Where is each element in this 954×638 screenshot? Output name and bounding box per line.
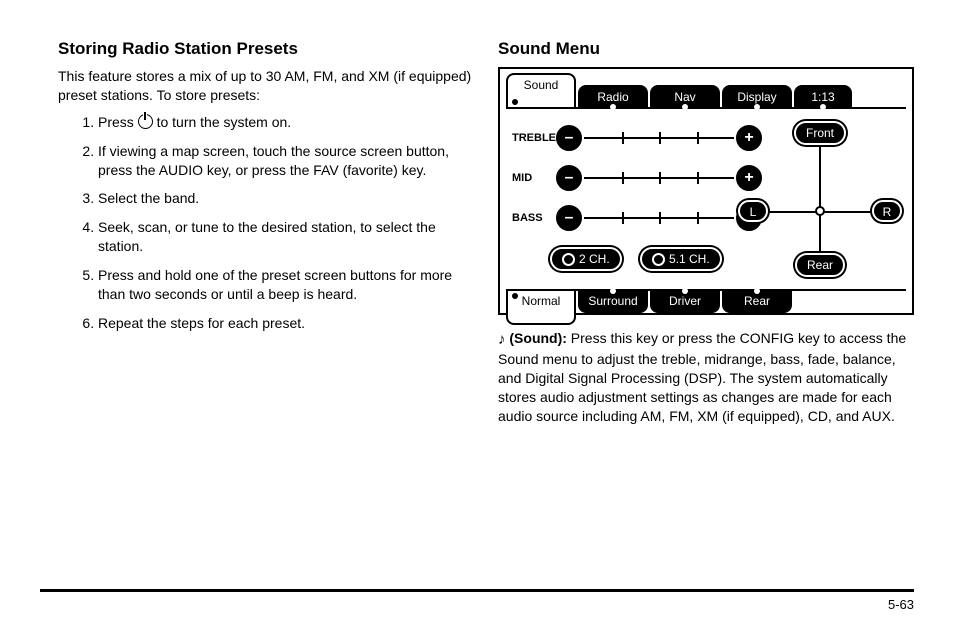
page-footer: 5-63 — [40, 589, 914, 614]
fade-balance-grid[interactable]: Front Rear L R — [742, 121, 898, 277]
step-6: Repeat the steps for each preset. — [98, 314, 478, 333]
bass-label: BASS — [512, 211, 556, 226]
tab-rear-mode-label: Rear — [744, 294, 770, 308]
bass-slider[interactable] — [584, 217, 734, 219]
51ch-label: 5.1 CH. — [669, 251, 710, 267]
bass-row: BASS – + — [512, 205, 762, 231]
step-2: If viewing a map screen, touch the sourc… — [98, 142, 478, 180]
tab-driver[interactable]: Driver — [650, 291, 720, 313]
bass-minus-button[interactable]: – — [556, 205, 582, 231]
tab-surround[interactable]: Surround — [578, 291, 648, 313]
bottom-tabs: Normal Surround Driver Rear — [506, 289, 906, 325]
tab-surround-label: Surround — [588, 294, 637, 308]
tab-rear-mode[interactable]: Rear — [722, 291, 792, 313]
2ch-button[interactable]: 2 CH. — [550, 247, 622, 271]
tab-sound[interactable]: Sound — [506, 73, 576, 107]
music-note-icon: ♪ — [498, 331, 506, 348]
left-button[interactable]: L — [738, 200, 768, 222]
step-4: Seek, scan, or tune to the desired stati… — [98, 218, 478, 256]
step-1: Press to turn the system on. — [98, 113, 478, 132]
tab-normal-label: Normal — [522, 294, 561, 308]
heading-sound-menu: Sound Menu — [498, 38, 914, 61]
step-1-prefix: Press — [98, 114, 138, 130]
tab-clock-label: 1:13 — [811, 90, 834, 104]
tab-normal[interactable]: Normal — [506, 291, 576, 325]
mid-minus-button[interactable]: – — [556, 165, 582, 191]
tab-driver-label: Driver — [669, 294, 701, 308]
2ch-label: 2 CH. — [579, 251, 610, 267]
tab-display[interactable]: Display — [722, 85, 792, 107]
radio-indicator-icon — [562, 253, 575, 266]
treble-row: TREBLE – + — [512, 125, 762, 151]
top-tabs: Sound Radio Nav Display 1:13 — [506, 73, 906, 109]
treble-minus-button[interactable]: – — [556, 125, 582, 151]
step-3: Select the band. — [98, 189, 478, 208]
power-icon — [138, 114, 153, 129]
front-button[interactable]: Front — [794, 121, 846, 145]
51ch-button[interactable]: 5.1 CH. — [640, 247, 722, 271]
sound-menu-figure: Sound Radio Nav Display 1:13 TREBLE – + … — [498, 67, 914, 315]
page-number: 5-63 — [888, 597, 914, 612]
rear-button[interactable]: Rear — [795, 253, 845, 277]
steps-list: Press to turn the system on. If viewing … — [58, 113, 478, 333]
tab-display-label: Display — [737, 90, 776, 104]
treble-slider[interactable] — [584, 137, 734, 139]
tab-radio-label: Radio — [597, 90, 628, 104]
step-1-text: to turn the system on. — [157, 114, 292, 130]
balance-target-icon — [815, 206, 825, 216]
treble-label: TREBLE — [512, 131, 556, 146]
tab-sound-label: Sound — [524, 78, 559, 92]
step-5: Press and hold one of the preset screen … — [98, 266, 478, 304]
right-button[interactable]: R — [872, 200, 902, 222]
tab-nav-label: Nav — [674, 90, 695, 104]
mid-slider[interactable] — [584, 177, 734, 179]
intro-paragraph: This feature stores a mix of up to 30 AM… — [58, 67, 478, 105]
tab-clock[interactable]: 1:13 — [794, 85, 852, 107]
heading-storing-presets: Storing Radio Station Presets — [58, 38, 478, 61]
sound-caption: ♪ (Sound): Press this key or press the C… — [498, 329, 914, 426]
mid-row: MID – + — [512, 165, 762, 191]
mid-label: MID — [512, 171, 556, 186]
radio-indicator-icon — [652, 253, 665, 266]
tab-nav[interactable]: Nav — [650, 85, 720, 107]
tab-radio[interactable]: Radio — [578, 85, 648, 107]
sound-caption-label: (Sound): — [509, 330, 567, 346]
